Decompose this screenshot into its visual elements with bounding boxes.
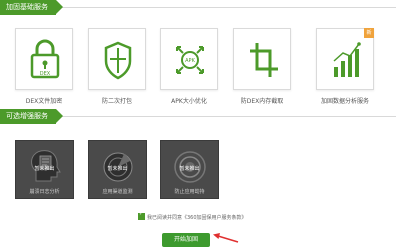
lock-icon: DEX <box>30 39 60 79</box>
service-label-dex-encrypt: DEX文件加密 <box>25 98 63 105</box>
new-badge: 新 <box>364 28 374 38</box>
start-protect-button[interactable]: 开始加固 <box>162 233 210 247</box>
crop-icon <box>250 43 278 77</box>
service-label-apk-optimize: APK大小优化 <box>171 98 207 105</box>
service-card-dex-encrypt[interactable]: DEX <box>15 28 73 90</box>
shield-icon <box>104 41 132 80</box>
service-label-anti-repackage: 防二次打包 <box>101 98 132 105</box>
red-arrow-icon <box>213 233 239 243</box>
service-label-anti-hijack: 防止应用劫持 <box>174 189 205 195</box>
service-card-channel-monitor: 暂未推出 应用渠道监测 <box>88 140 147 199</box>
terms-text: 我已阅读并同意《360加固保用户服务条款》 <box>147 215 247 221</box>
coming-soon-label: 暂未推出 <box>107 166 128 172</box>
service-label-anti-memory-dump: 防DEX内存截取 <box>240 98 284 105</box>
apk-icon-text: APK <box>185 58 195 64</box>
service-card-anti-hijack: 暂未推出 防止应用劫持 <box>160 140 219 199</box>
basic-services-title: 加固基础服务 <box>0 0 63 15</box>
service-card-anti-repackage[interactable] <box>88 28 146 90</box>
service-label-channel-monitor: 应用渠道监测 <box>102 189 133 195</box>
service-card-anti-memory-dump[interactable] <box>233 28 291 90</box>
coming-soon-label: 暂未推出 <box>179 166 200 172</box>
service-label-data-analysis: 加固数据分析服务 <box>320 98 369 105</box>
optional-services-title: 可选增强服务 <box>0 109 63 124</box>
service-card-data-analysis[interactable]: 新 <box>316 28 374 90</box>
service-card-apk-optimize[interactable]: APK <box>160 28 218 90</box>
terms-checkbox[interactable] <box>138 211 145 220</box>
dex-icon-text: DEX <box>40 71 51 77</box>
terms-agreement[interactable]: 我已阅读并同意《360加固保用户服务条款》 <box>138 211 247 221</box>
coming-soon-label: 暂未推出 <box>34 166 55 172</box>
bar-chart-icon <box>333 42 361 77</box>
service-label-crash-log: 崩溃日志分析 <box>29 189 60 195</box>
compress-arrows-icon: APK <box>176 46 204 74</box>
service-card-crash-log: 暂未推出 崩溃日志分析 <box>15 140 74 199</box>
